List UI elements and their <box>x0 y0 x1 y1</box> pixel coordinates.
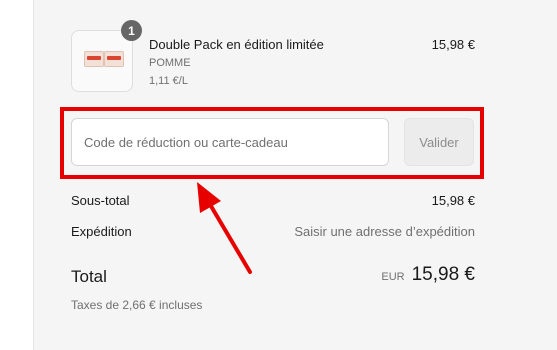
product-thumbnail-icon <box>71 30 133 92</box>
shipping-label: Expédition <box>71 224 132 239</box>
annotation-highlight-box <box>60 107 484 179</box>
total-amount: EUR 15,98 € <box>381 264 475 286</box>
page-margin <box>0 0 33 350</box>
product-vendor: POMME <box>149 57 191 69</box>
total-label: Total <box>71 267 107 286</box>
product-price: 15,98 € <box>431 37 475 52</box>
subtotal-label: Sous-total <box>71 193 130 208</box>
currency-code: EUR <box>381 271 405 283</box>
quantity-badge: 1 <box>121 20 142 41</box>
total-value: 15,98 € <box>411 264 475 285</box>
shipping-value: Saisir une adresse d’expédition <box>294 224 475 239</box>
product-pack-icon <box>104 51 124 67</box>
product-name: Double Pack en édition limitée <box>149 37 324 52</box>
product-pack-icon <box>84 51 104 67</box>
tax-note: Taxes de 2,66 € incluses <box>71 298 203 312</box>
product-unit-price: 1,11 €/L <box>149 75 188 87</box>
subtotal-value: 15,98 € <box>431 193 475 208</box>
